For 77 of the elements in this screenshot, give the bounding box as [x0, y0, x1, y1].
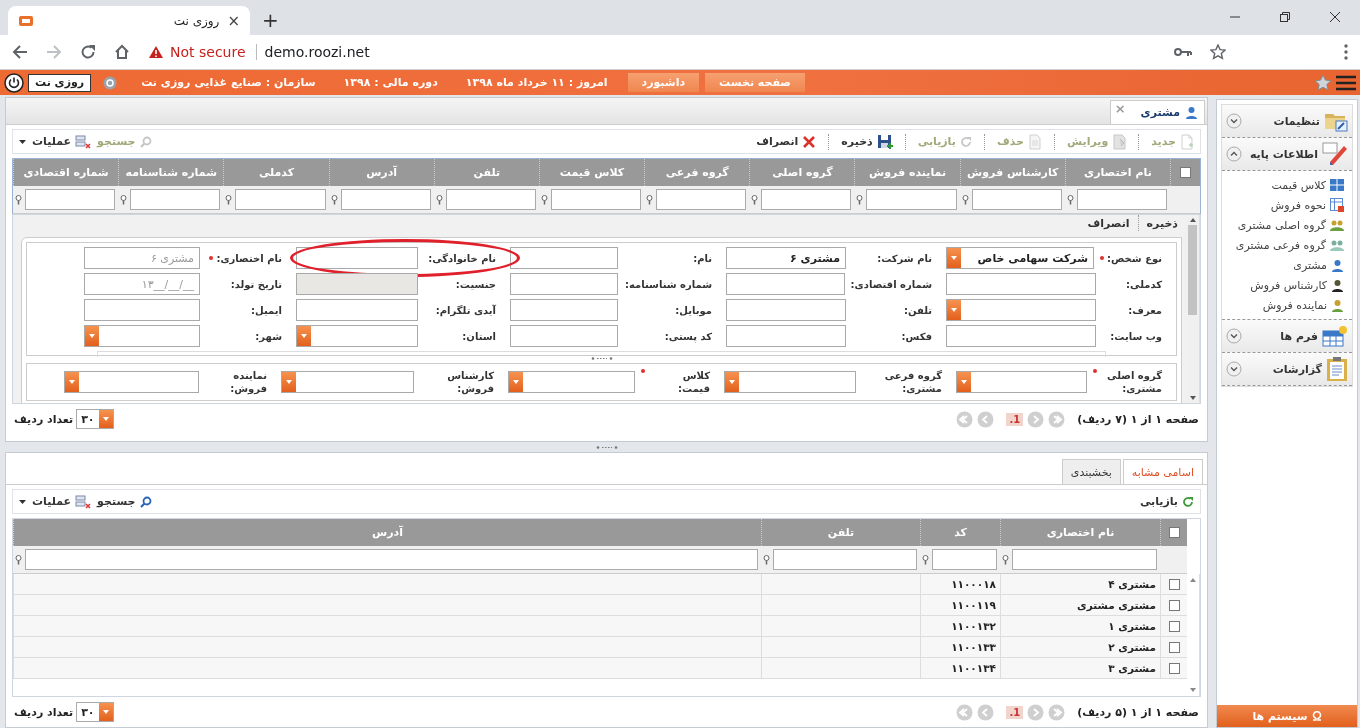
cancel-button[interactable]: انصراف [756, 134, 817, 149]
refresh-button[interactable]: بازیابی [1139, 495, 1194, 508]
address-field[interactable]: demo.roozi.net [264, 44, 1156, 60]
field-label: تلفن: [903, 304, 932, 316]
nav-item[interactable]: گروه فرعی مشتری [1222, 235, 1352, 255]
dropdown-field[interactable]: شرکت سهامی خاص [946, 247, 1094, 269]
nav-item[interactable]: گروه اصلی مشتری [1222, 215, 1352, 235]
table-cell: مشتری ۲ [1000, 637, 1160, 657]
nav-item[interactable]: کلاس قیمت [1222, 175, 1352, 195]
field-label: نام اختصاری: [216, 252, 282, 264]
form-action-button[interactable]: ذخیره [1142, 216, 1182, 230]
tab[interactable]: اسامی مشابه [1122, 459, 1203, 484]
nav-section-header[interactable]: اطلاعات پایه [1222, 138, 1352, 171]
field-label: نماینده فروش: [229, 369, 267, 395]
pager-summary: صفحه ۱ از ۱ (۷ ردیف) [1077, 412, 1199, 426]
page-size-label: تعداد ردیف [14, 412, 74, 426]
tab-title: روزی نت [172, 13, 220, 28]
table-cell: مشتری ۱ [1000, 616, 1160, 636]
field-label: وب سایت: [1110, 330, 1162, 342]
nav-section-header[interactable]: فرم ها [1222, 320, 1352, 353]
nav-item[interactable]: نحوه فروش [1222, 195, 1352, 215]
field-label: نام: [693, 252, 712, 264]
field-label: معرف: [1128, 304, 1162, 316]
field-label: نام خانوادگی: [428, 252, 496, 264]
field-label: شماره شناسنامه: [624, 278, 712, 290]
field-label: کد پستی: [664, 330, 712, 342]
field-label: کدملی: [1126, 278, 1162, 290]
nav-item[interactable]: کارشناس فروش [1222, 275, 1352, 295]
header-info: امروز : ۱۱ خرداد ماه ۱۳۹۸ [465, 76, 608, 89]
table-cell: ۱۱۰۰۱۳۲ [920, 616, 1000, 636]
page-number[interactable]: 1. [1006, 705, 1024, 719]
field-label: کارشناس فروش: [446, 369, 494, 395]
pager-summary: صفحه ۱ از ۱ (۵ ردیف) [1077, 705, 1199, 719]
table-cell: ۱۱۰۰۱۳۳ [920, 637, 1000, 657]
browser-tab[interactable]: روزی نت × [8, 6, 250, 35]
tab[interactable]: بخشبندی [1061, 459, 1121, 484]
field-label: استان: [462, 330, 496, 342]
nav-item[interactable]: مشتری [1222, 255, 1352, 275]
page-number[interactable]: 1. [1006, 412, 1024, 426]
field-label: کلاس قیمت: [677, 369, 710, 395]
nav-section-header[interactable]: تنظیمات [1222, 105, 1352, 138]
field-label: شهر: [255, 330, 282, 342]
field-label: جنسیت: [455, 278, 496, 290]
table-cell: مشتری مشتری [1000, 595, 1160, 615]
table-cell: ۱۱۰۰۱۱۹ [920, 595, 1000, 615]
field-label: موبایل: [675, 304, 712, 316]
operations-button[interactable]: عملیات [32, 134, 92, 149]
field-label: نوع شخص: [1106, 252, 1162, 264]
search-button[interactable]: جستجو [97, 495, 152, 508]
field-label: گروه فرعی مشتری: [883, 369, 942, 395]
table-cell: ۱۱۰۰۱۳۴ [920, 658, 1000, 678]
nav-section-header[interactable]: گزارشات [1222, 353, 1352, 386]
table-cell: مشتری ۴ [1000, 574, 1160, 594]
form-action-button[interactable]: انصراف [1083, 216, 1134, 230]
field-label: آیدی تلگرام: [435, 304, 496, 316]
nav-item[interactable]: نماینده فروش [1222, 295, 1352, 315]
save-button[interactable]: ذخیره [841, 133, 893, 150]
security-indicator[interactable]: Not secure [148, 44, 257, 60]
table-cell: مشتری ۳ [1000, 658, 1160, 678]
field-label: ایمیل: [251, 304, 282, 316]
header-info: سازمان : صنایع غذایی روزی نت [141, 76, 316, 89]
field-label: شماره اقتصادی: [850, 278, 932, 290]
text-field[interactable]: مشتری ۶ [726, 247, 846, 269]
field-label: گروه اصلی مشتری: [1106, 369, 1162, 395]
header-info: دوره مالی : ۱۳۹۸ [343, 76, 438, 89]
account-name[interactable]: روزی نت [28, 73, 92, 92]
new-tab-button[interactable]: + [262, 8, 279, 32]
page-size-label: تعداد ردیف [14, 705, 74, 719]
page-size-select[interactable]: ۳۰ [76, 702, 115, 722]
field-label: تاریخ تولد: [230, 278, 282, 290]
field-label: فکس: [901, 330, 932, 342]
field-label: نام شرکت: [877, 252, 932, 264]
tab-close-button[interactable]: × [227, 11, 240, 30]
table-cell: ۱۱۰۰۰۱۸ [920, 574, 1000, 594]
page-tab[interactable]: مشتری × [1109, 100, 1205, 124]
operations-button[interactable]: عملیات [32, 494, 92, 509]
page-size-select[interactable]: ۳۰ [76, 409, 115, 429]
